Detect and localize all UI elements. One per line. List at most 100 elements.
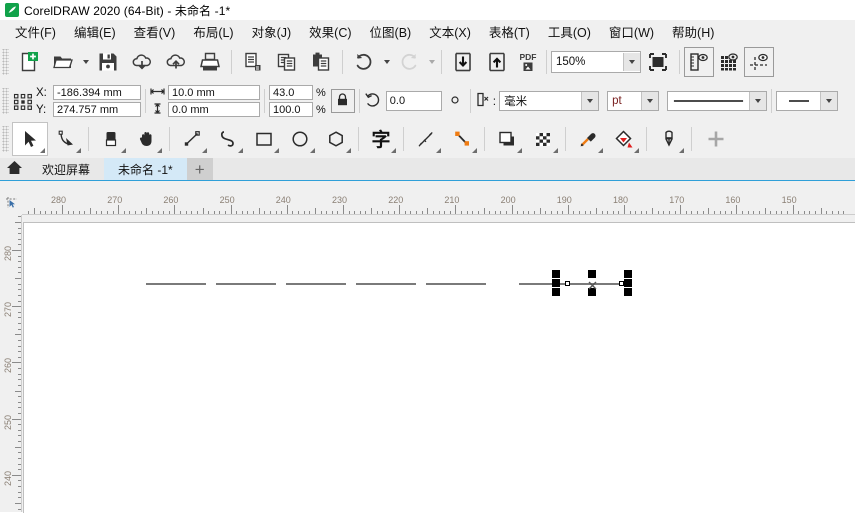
text-tool[interactable]: 字 [363, 122, 399, 156]
curve-node[interactable] [619, 281, 624, 286]
dimension-tool[interactable] [408, 122, 444, 156]
show-rulers-button[interactable] [684, 47, 714, 77]
paste-button[interactable] [304, 45, 338, 79]
drawing-canvas[interactable] [23, 222, 855, 513]
menu-effects[interactable]: 效果(C) [300, 20, 360, 43]
ruler-origin-button[interactable] [0, 193, 22, 215]
scale-vertical-input[interactable]: 100.0 [269, 102, 313, 117]
outline-preview-combo[interactable] [776, 91, 839, 111]
crop-tool[interactable] [93, 122, 129, 156]
polygon-tool[interactable] [318, 122, 354, 156]
curve-node[interactable] [565, 281, 570, 286]
undo-dropdown[interactable] [381, 46, 392, 78]
flyout-arrow-icon[interactable] [202, 148, 207, 153]
menu-object[interactable]: 对象(J) [243, 20, 301, 43]
flyout-arrow-icon[interactable] [157, 148, 162, 153]
flyout-arrow-icon[interactable] [598, 148, 603, 153]
line-style-combo[interactable] [667, 91, 768, 111]
horizontal-ruler[interactable]: 280 270 260 250 240 230 220 210 200 190 180 170 160 1… [0, 193, 855, 215]
line-style-dropdown-arrow[interactable] [749, 92, 767, 110]
toolbar-grip[interactable] [2, 49, 9, 75]
cloud-download-button[interactable] [125, 45, 159, 79]
menu-edit[interactable]: 编辑(E) [65, 20, 125, 43]
flyout-arrow-icon[interactable] [274, 148, 279, 153]
rotation-center-x-icon[interactable] [588, 279, 597, 290]
outline-width-dropdown-arrow[interactable] [641, 92, 659, 110]
rotation-angle-input[interactable]: 0.0 [385, 91, 442, 111]
add-document-tab-button[interactable]: + [186, 158, 213, 180]
tab-untitled-1[interactable]: 未命名 -1* [104, 158, 187, 180]
object-width-input[interactable]: 10.0 mm [168, 85, 260, 100]
redo-button[interactable] [392, 45, 426, 79]
line-segment-5[interactable] [426, 283, 486, 285]
flyout-arrow-icon[interactable] [121, 148, 126, 153]
save-document-button[interactable] [91, 45, 125, 79]
lock-ratio-button[interactable] [330, 89, 355, 113]
units-combo[interactable]: 毫米 [499, 91, 600, 111]
outline-width-combo[interactable]: pt [607, 91, 660, 111]
selection-handle[interactable] [624, 279, 632, 287]
object-height-input[interactable]: 0.0 mm [168, 102, 260, 117]
flyout-arrow-icon[interactable] [310, 148, 315, 153]
flyout-arrow-icon[interactable] [634, 148, 639, 153]
cut-button[interactable] [236, 45, 270, 79]
flyout-arrow-icon[interactable] [472, 148, 477, 153]
selection-handle[interactable] [624, 270, 632, 278]
vertical-ruler[interactable]: 280 270 260 250 240 [0, 215, 22, 512]
flyout-arrow-icon[interactable] [238, 148, 243, 153]
menu-table[interactable]: 表格(T) [480, 20, 539, 43]
pick-tool[interactable] [12, 122, 48, 156]
publish-pdf-button[interactable]: PDF [514, 45, 542, 79]
menu-window[interactable]: 窗口(W) [600, 20, 663, 43]
selection-handle[interactable] [552, 270, 560, 278]
rectangle-tool[interactable] [246, 122, 282, 156]
outline-preview-dropdown-arrow[interactable] [820, 92, 838, 110]
line-segment-selected[interactable] [519, 283, 624, 285]
flyout-arrow-icon[interactable] [40, 148, 45, 153]
x-position-input[interactable]: -186.394 mm [53, 85, 141, 100]
copy-button[interactable] [270, 45, 304, 79]
ellipse-tool[interactable] [282, 122, 318, 156]
shape-tool[interactable] [48, 122, 84, 156]
y-position-input[interactable]: 274.757 mm [53, 102, 141, 117]
add-tool-button[interactable] [696, 122, 736, 156]
toolbox-grip[interactable] [2, 126, 9, 152]
flyout-arrow-icon[interactable] [517, 148, 522, 153]
line-segment-2[interactable] [216, 283, 276, 285]
menu-view[interactable]: 查看(V) [125, 20, 185, 43]
flyout-arrow-icon[interactable] [346, 148, 351, 153]
outline-pen-tool[interactable] [651, 122, 687, 156]
pan-tool[interactable] [129, 122, 165, 156]
propertybar-grip[interactable] [2, 88, 9, 114]
flyout-arrow-icon[interactable] [76, 148, 81, 153]
units-dropdown-arrow[interactable] [581, 92, 599, 110]
connector-tool[interactable] [444, 122, 480, 156]
flyout-arrow-icon[interactable] [391, 148, 396, 153]
new-document-button[interactable] [12, 45, 46, 79]
menu-bitmaps[interactable]: 位图(B) [361, 20, 421, 43]
fit-page-button[interactable] [641, 45, 675, 79]
selection-handle[interactable] [552, 279, 560, 287]
undo-button[interactable] [347, 45, 381, 79]
selection-handle[interactable] [588, 270, 596, 278]
flyout-arrow-icon[interactable] [436, 148, 441, 153]
zoom-dropdown-arrow[interactable] [623, 53, 640, 71]
menu-help[interactable]: 帮助(H) [663, 20, 723, 43]
home-button[interactable] [0, 158, 28, 180]
line-segment-1[interactable] [146, 283, 206, 285]
print-button[interactable] [193, 45, 227, 79]
menu-layout[interactable]: 布局(L) [184, 20, 242, 43]
drop-shadow-tool[interactable] [489, 122, 525, 156]
show-guides-button[interactable] [744, 47, 774, 77]
menu-file[interactable]: 文件(F) [6, 20, 65, 43]
line-segment-3[interactable] [286, 283, 346, 285]
menu-tools[interactable]: 工具(O) [539, 20, 600, 43]
bezier-tool[interactable] [210, 122, 246, 156]
color-eyedropper-tool[interactable] [570, 122, 606, 156]
selection-handle[interactable] [552, 288, 560, 296]
scale-horizontal-input[interactable]: 43.0 [269, 85, 313, 100]
zoom-level-combo[interactable]: 150% [551, 51, 641, 73]
export-button[interactable] [480, 45, 514, 79]
show-grid-button[interactable] [714, 45, 744, 79]
menu-text[interactable]: 文本(X) [420, 20, 480, 43]
